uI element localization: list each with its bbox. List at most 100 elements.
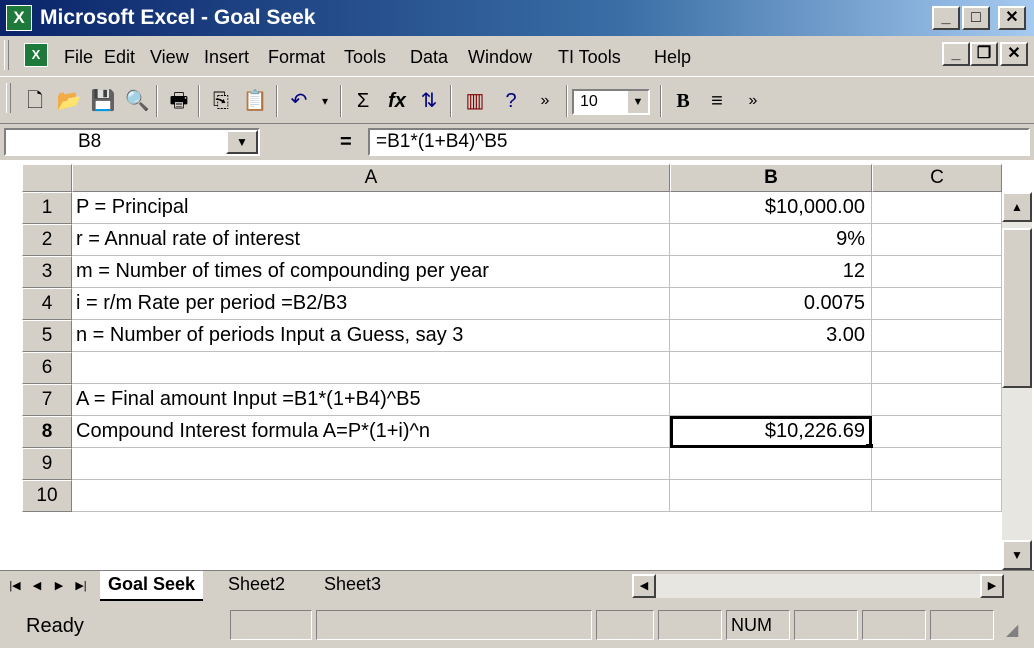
workbook-icon[interactable]: X xyxy=(24,43,48,67)
name-box[interactable]: B8 ▼ xyxy=(4,128,260,156)
help-icon[interactable]: ? xyxy=(496,86,526,116)
menu-edit[interactable]: Edit xyxy=(104,46,135,68)
cell-a5[interactable]: n = Number of periods Input a Guess, say… xyxy=(72,320,670,352)
paste-icon[interactable]: 📋 xyxy=(240,86,270,116)
cell-c8[interactable] xyxy=(872,416,1002,448)
menu-ti-tools[interactable]: TI Tools xyxy=(558,46,621,68)
select-all-button[interactable] xyxy=(22,164,72,192)
doc-close-button[interactable]: ✕ xyxy=(1000,42,1028,66)
close-button[interactable]: ✕ xyxy=(998,6,1026,30)
chevron-down-icon[interactable]: ▼ xyxy=(226,130,258,154)
row-header[interactable]: 1 xyxy=(22,192,72,224)
print-preview-icon[interactable]: 🔍 xyxy=(122,86,152,116)
menu-file[interactable]: File xyxy=(64,46,93,68)
resize-grip-icon[interactable]: ◢ xyxy=(1006,620,1018,640)
menu-tools[interactable]: Tools xyxy=(344,46,386,68)
row-header[interactable]: 3 xyxy=(22,256,72,288)
cell-c6[interactable] xyxy=(872,352,1002,384)
row-header[interactable]: 5 xyxy=(22,320,72,352)
cell-a4[interactable]: i = r/m Rate per period =B2/B3 xyxy=(72,288,670,320)
cell-c7[interactable] xyxy=(872,384,1002,416)
cell-a7[interactable]: A = Final amount Input =B1*(1+B4)^B5 xyxy=(72,384,670,416)
menu-format[interactable]: Format xyxy=(268,46,325,68)
column-header-b[interactable]: B xyxy=(670,164,872,192)
vertical-scrollbar[interactable]: ▲ ▼ xyxy=(1002,192,1032,570)
row-header[interactable]: 10 xyxy=(22,480,72,512)
formula-input[interactable]: =B1*(1+B4)^B5 xyxy=(368,128,1030,156)
function-icon[interactable]: fx xyxy=(382,86,412,116)
scroll-right-icon[interactable]: ▶ xyxy=(980,574,1004,598)
doc-restore-button[interactable]: ❐ xyxy=(970,42,998,66)
cell-b5[interactable]: 3.00 xyxy=(670,320,872,352)
cell-b1[interactable]: $10,000.00 xyxy=(670,192,872,224)
scroll-left-icon[interactable]: ◀ xyxy=(632,574,656,598)
undo-dropdown-icon[interactable]: ▾ xyxy=(310,86,340,116)
menu-data[interactable]: Data xyxy=(410,46,448,68)
cell-b4[interactable]: 0.0075 xyxy=(670,288,872,320)
copy-icon[interactable]: ⎘ xyxy=(206,86,236,116)
row-header[interactable]: 8 xyxy=(22,416,72,448)
cell-a8[interactable]: Compound Interest formula A=P*(1+i)^n xyxy=(72,416,670,448)
cell-c5[interactable] xyxy=(872,320,1002,352)
cell-b9[interactable] xyxy=(670,448,872,480)
cell-b2[interactable]: 9% xyxy=(670,224,872,256)
column-header-a[interactable]: A xyxy=(72,164,670,192)
print-icon[interactable]: 🖶 xyxy=(164,86,194,116)
cell-b3[interactable]: 12 xyxy=(670,256,872,288)
scroll-up-icon[interactable]: ▲ xyxy=(1002,192,1032,222)
menu-window[interactable]: Window xyxy=(468,46,532,68)
cell-c4[interactable] xyxy=(872,288,1002,320)
menu-view[interactable]: View xyxy=(150,46,189,68)
cell-c10[interactable] xyxy=(872,480,1002,512)
horizontal-scrollbar[interactable]: ◀ ▶ xyxy=(632,574,1004,598)
save-icon[interactable]: 💾 xyxy=(88,86,118,116)
cell-b10[interactable] xyxy=(670,480,872,512)
cell-a6[interactable] xyxy=(72,352,670,384)
more-buttons-icon[interactable]: » xyxy=(530,86,560,116)
scroll-down-icon[interactable]: ▼ xyxy=(1002,540,1032,570)
tab-goal-seek[interactable]: Goal Seek xyxy=(100,571,204,601)
cell-c9[interactable] xyxy=(872,448,1002,480)
cell-a1[interactable]: P = Principal xyxy=(72,192,670,224)
cell-b8[interactable]: $10,226.69 xyxy=(670,416,872,448)
tab-sheet3[interactable]: Sheet3 xyxy=(316,571,389,599)
toolbar-grip[interactable] xyxy=(6,83,11,113)
cell-a9[interactable] xyxy=(72,448,670,480)
new-icon[interactable]: 🗋 xyxy=(20,86,50,116)
open-icon[interactable]: 📂 xyxy=(54,86,84,116)
tab-sheet2[interactable]: Sheet2 xyxy=(220,571,293,599)
equals-button[interactable]: = xyxy=(340,130,352,154)
cell-c2[interactable] xyxy=(872,224,1002,256)
row-header[interactable]: 4 xyxy=(22,288,72,320)
row-header[interactable]: 6 xyxy=(22,352,72,384)
font-size-select[interactable]: 10 ▼ xyxy=(572,89,650,115)
scroll-thumb[interactable] xyxy=(1002,228,1032,388)
cell-b6[interactable] xyxy=(670,352,872,384)
cell-a2[interactable]: r = Annual rate of interest xyxy=(72,224,670,256)
row-header[interactable]: 9 xyxy=(22,448,72,480)
row-header[interactable]: 7 xyxy=(22,384,72,416)
cell-a3[interactable]: m = Number of times of compounding per y… xyxy=(72,256,670,288)
first-sheet-icon[interactable]: |◀ xyxy=(4,575,26,597)
chevron-down-icon[interactable]: ▼ xyxy=(627,91,648,113)
excel-icon[interactable]: X xyxy=(6,5,32,31)
doc-minimize-button[interactable]: _ xyxy=(942,42,970,66)
bold-button[interactable]: B xyxy=(668,86,698,116)
cell-c1[interactable] xyxy=(872,192,1002,224)
minimize-button[interactable]: _ xyxy=(932,6,960,30)
align-center-icon[interactable]: ≡ xyxy=(702,86,732,116)
more-buttons-icon[interactable]: » xyxy=(738,86,768,116)
cell-c3[interactable] xyxy=(872,256,1002,288)
autosum-icon[interactable]: Σ xyxy=(348,86,378,116)
menu-grip[interactable] xyxy=(4,40,9,70)
previous-sheet-icon[interactable]: ◀ xyxy=(26,575,48,597)
last-sheet-icon[interactable]: ▶| xyxy=(70,575,92,597)
menu-insert[interactable]: Insert xyxy=(204,46,249,68)
next-sheet-icon[interactable]: ▶ xyxy=(48,575,70,597)
column-header-c[interactable]: C xyxy=(872,164,1002,192)
cell-a10[interactable] xyxy=(72,480,670,512)
chart-wizard-icon[interactable]: ▥ xyxy=(460,86,490,116)
row-header[interactable]: 2 xyxy=(22,224,72,256)
cell-b7[interactable] xyxy=(670,384,872,416)
menu-help[interactable]: Help xyxy=(654,46,691,68)
